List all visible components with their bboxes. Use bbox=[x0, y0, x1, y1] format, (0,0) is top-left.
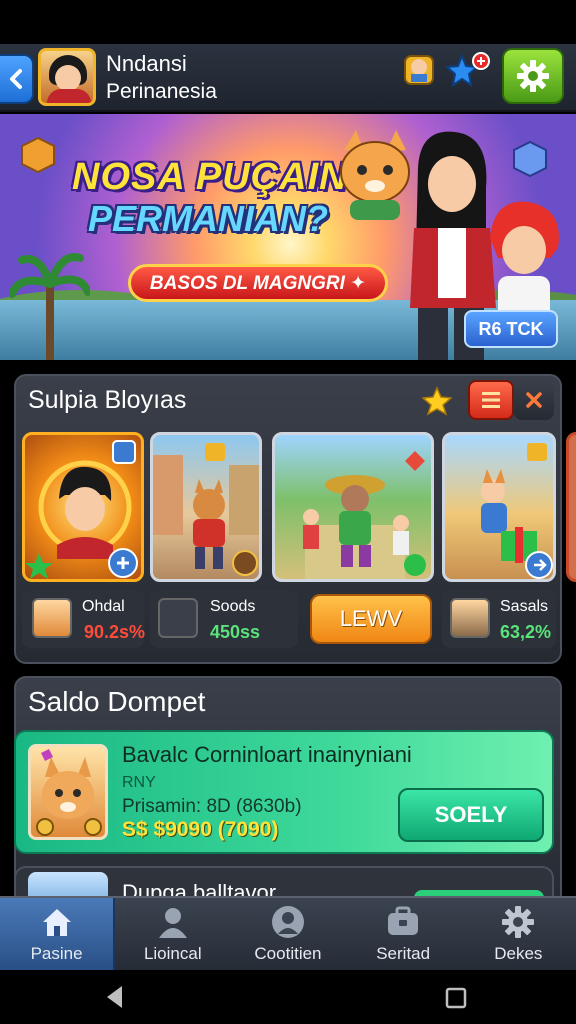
banner-cta-button[interactable]: BASOS DL MAGNGRI ✦ bbox=[128, 264, 388, 302]
wallet-heading: Bavalc Corninloart inainyniani bbox=[122, 742, 412, 767]
game-card[interactable] bbox=[150, 432, 262, 582]
palm-tree-icon bbox=[10, 253, 90, 360]
wallet-promo: Prisamin: 8D (8630b) bbox=[122, 796, 302, 817]
menu-icon bbox=[482, 392, 500, 408]
gear-icon bbox=[502, 906, 535, 938]
nav-account[interactable]: Cootitien bbox=[230, 898, 345, 970]
star-icon[interactable] bbox=[422, 386, 452, 416]
profile-circle-icon bbox=[271, 906, 304, 938]
cat-thumbnail-icon bbox=[450, 598, 490, 638]
back-triangle-icon[interactable] bbox=[104, 984, 126, 1010]
floating-cube-icon bbox=[513, 140, 547, 178]
game-stat: 63,2% bbox=[500, 622, 552, 642]
chevron-left-icon bbox=[10, 69, 22, 89]
nav-label: Cootitien bbox=[254, 944, 322, 963]
close-button[interactable] bbox=[514, 380, 554, 420]
cat-thumbnail-icon bbox=[32, 598, 72, 638]
game-thumbnail bbox=[25, 440, 138, 579]
user-icon bbox=[158, 908, 187, 938]
game-stat: 90.2s% bbox=[84, 622, 146, 642]
play-button[interactable]: LEWV bbox=[310, 594, 432, 644]
game-thumbnail bbox=[303, 451, 426, 579]
close-icon bbox=[526, 392, 542, 408]
game-card[interactable] bbox=[566, 432, 576, 582]
system-nav-bar bbox=[0, 970, 576, 1024]
game-stat: 450ss bbox=[210, 622, 261, 642]
user-name: Nndansi bbox=[106, 51, 187, 76]
recent-apps-icon[interactable] bbox=[444, 986, 468, 1010]
game-card[interactable] bbox=[272, 432, 434, 582]
game-name: Soods bbox=[210, 598, 256, 615]
wallet-action-button[interactable]: SOELY bbox=[398, 788, 544, 842]
section-title: Saldo Dompet bbox=[28, 686, 206, 717]
nav-label: Lioincal bbox=[143, 944, 202, 963]
cat-illustration bbox=[36, 749, 102, 836]
game-name: Sasals bbox=[500, 598, 549, 615]
banner-title: NOSA PUÇAIN bbox=[72, 156, 348, 198]
briefcase-icon bbox=[388, 906, 419, 935]
wallet-balance: S$ $9090 (7090) bbox=[122, 818, 279, 841]
avatar[interactable] bbox=[38, 48, 96, 106]
status-bar bbox=[0, 0, 576, 44]
game-card[interactable] bbox=[22, 432, 144, 582]
nav-home[interactable]: Pasine bbox=[0, 898, 116, 970]
settings-button[interactable] bbox=[502, 48, 564, 104]
game-name: Ohdal bbox=[82, 598, 125, 615]
banner-subtitle: PERMANIAN? bbox=[88, 198, 328, 239]
floating-cube-icon bbox=[21, 136, 55, 174]
menu-button[interactable] bbox=[468, 380, 514, 420]
achievement-star-icon[interactable] bbox=[444, 52, 492, 88]
cat-thumbnail-icon bbox=[158, 598, 198, 638]
home-icon bbox=[42, 909, 71, 936]
nav-label: Pasine bbox=[30, 944, 83, 963]
nav-inventory[interactable]: Seritad bbox=[346, 898, 461, 970]
wallet-code: RNY bbox=[122, 774, 156, 791]
nav-profile[interactable]: Lioincal bbox=[115, 898, 230, 970]
character-badge-icon[interactable] bbox=[402, 52, 436, 88]
game-thumbnail bbox=[481, 443, 553, 579]
banner-side-button[interactable]: R6 TCK bbox=[464, 310, 558, 348]
nav-label: Seritad bbox=[376, 944, 431, 963]
nav-settings[interactable]: Dekes bbox=[461, 898, 576, 970]
wallet-thumbnail bbox=[28, 744, 108, 840]
game-card[interactable] bbox=[442, 432, 556, 582]
user-subtitle: Perinanesia bbox=[106, 80, 217, 103]
section-title: Sulpia Bloyıas bbox=[28, 386, 187, 414]
bottom-nav: Pasine Lioincal Cootitien Seritad Dekes bbox=[0, 896, 576, 970]
nav-label: Dekes bbox=[494, 944, 543, 963]
game-thumbnail bbox=[153, 443, 259, 576]
back-button[interactable] bbox=[0, 54, 34, 104]
gear-icon bbox=[517, 60, 549, 92]
